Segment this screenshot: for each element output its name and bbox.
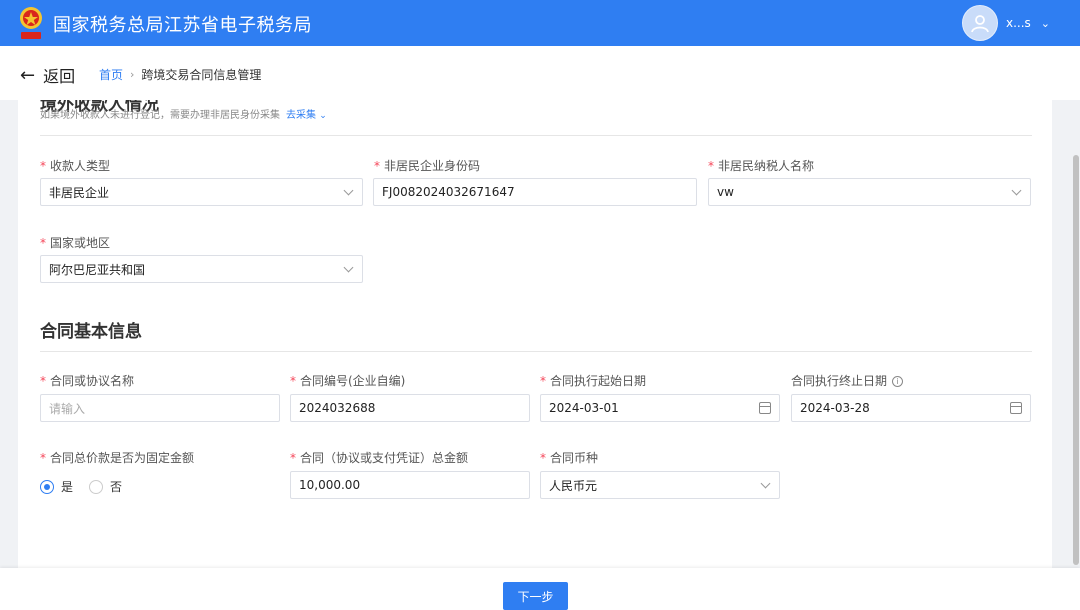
start-date-label: * 合同执行起始日期 [540,374,647,388]
id-code-value: FJ0082024032671647 [382,185,515,199]
radio-no[interactable] [89,479,104,494]
chevron-down-icon: ⌄ [1040,16,1050,30]
chevron-down-icon [343,262,354,273]
taxpayer-name-select[interactable]: vw [708,178,1031,206]
breadcrumb-current: 跨境交易合同信息管理 [141,68,262,82]
radio-yes-label[interactable]: 是 [61,478,73,495]
user-avatar-icon [961,5,998,41]
fixed-amount-radio-group: 是 否 [40,478,138,495]
radio-yes[interactable] [40,479,54,494]
taxpayer-name-value: vw [717,185,734,199]
contract-name-input[interactable]: 请输入 [40,394,280,422]
total-amount-value: 10,000.00 [299,478,361,492]
site-title: 国家税务总局江苏省电子税务局 [53,15,312,36]
chevron-down-icon [343,185,354,196]
user-menu[interactable]: x...s ⌄ [961,5,1050,41]
id-code-label: * 非居民企业身份码 [374,159,481,173]
contract-number-value: 2024032688 [299,401,376,415]
calendar-icon [759,402,771,414]
nav-bar: ← 返回 首页 › 跨境交易合同信息管理 [0,46,1080,100]
contract-name-label: * 合同或协议名称 [40,374,135,388]
divider [40,135,1032,136]
start-date-picker[interactable]: 2024-03-01 [540,394,780,422]
contract-section-title: 合同基本信息 [40,322,142,342]
next-button[interactable]: 下一步 [503,582,568,610]
payee-type-label: * 收款人类型 [40,159,111,173]
total-amount-input[interactable]: 10,000.00 [290,471,530,499]
currency-select[interactable]: 人民币元 [540,471,780,499]
payee-hint-text: 如果境外收款人未进行登记，需要办理非居民身份采集 [40,110,280,121]
country-select[interactable]: 阿尔巴尼亚共和国 [40,255,363,283]
radio-no-label[interactable]: 否 [110,478,122,495]
id-code-input[interactable]: FJ0082024032671647 [373,178,697,206]
arrow-left-icon: ← [20,64,36,86]
contract-number-input[interactable]: 2024032688 [290,394,530,422]
calendar-icon [1010,402,1022,414]
end-date-label: 合同执行终止日期 i [791,372,904,389]
total-amount-label: * 合同（协议或支付凭证）总金额 [290,451,469,465]
form-panel: 境外收款人情况 如果境外收款人未进行登记，需要办理非居民身份采集 去采集 ⌄ *… [18,100,1052,568]
collect-link-label: 去采集 [286,110,316,121]
country-value: 阿尔巴尼亚共和国 [49,262,146,277]
footer-bar: 下一步 [0,568,1080,610]
start-date-value: 2024-03-01 [549,401,619,415]
tax-bureau-emblem-icon [20,7,42,39]
contract-number-label: * 合同编号(企业自编) [290,374,406,388]
scrollbar-thumb[interactable] [1073,155,1079,565]
end-date-value: 2024-03-28 [800,401,870,415]
payee-hint: 如果境外收款人未进行登记，需要办理非居民身份采集 去采集 ⌄ [40,106,327,121]
fixed-amount-label: * 合同总价款是否为固定金额 [40,451,195,465]
breadcrumb-home[interactable]: 首页 [99,66,123,83]
info-icon[interactable]: i [892,376,904,387]
payee-type-value: 非居民企业 [49,185,110,200]
back-label: 返回 [43,67,76,86]
currency-value: 人民币元 [549,478,598,493]
chevron-down-icon: ⌄ [319,111,327,121]
back-button[interactable]: ← 返回 [20,63,75,87]
breadcrumb: 首页 › 跨境交易合同信息管理 [99,66,261,83]
chevron-right-icon: › [130,68,135,81]
chevron-down-icon [1011,185,1022,196]
contract-name-placeholder: 请输入 [49,401,86,416]
taxpayer-name-label: * 非居民纳税人名称 [708,159,815,173]
country-label: * 国家或地区 [40,236,111,250]
top-bar: 国家税务总局江苏省电子税务局 x...s ⌄ [0,0,1080,46]
currency-label: * 合同币种 [540,451,599,465]
divider [40,351,1032,352]
chevron-down-icon [760,478,771,489]
user-name: x...s [1005,16,1031,30]
end-date-picker[interactable]: 2024-03-28 [791,394,1031,422]
collect-link[interactable]: 去采集 ⌄ [286,106,327,121]
payee-type-select[interactable]: 非居民企业 [40,178,363,206]
